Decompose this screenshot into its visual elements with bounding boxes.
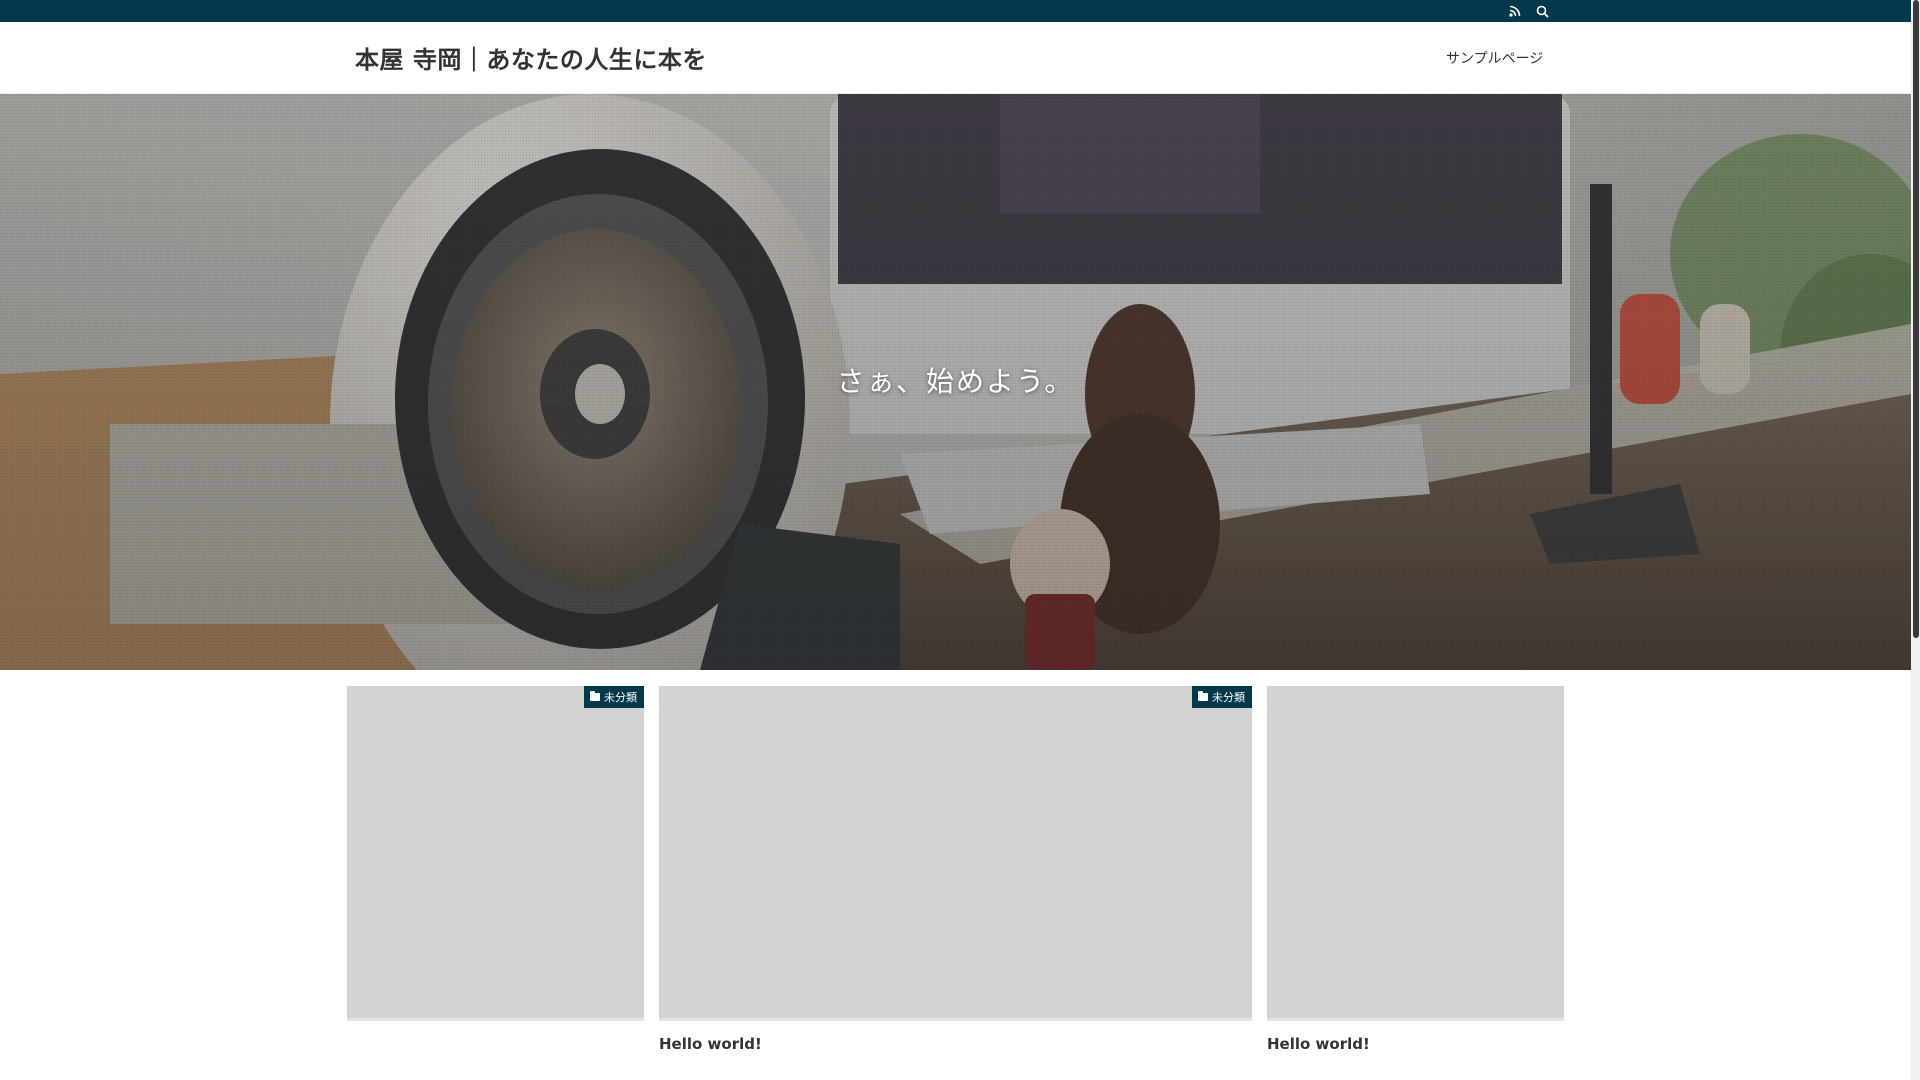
category-badge[interactable]: 未分類 [1192,686,1252,708]
post-card[interactable]: 未分類 Hello world! [659,686,1252,1053]
search-icon[interactable] [1534,3,1550,19]
post-thumbnail[interactable]: 未分類 [659,686,1252,1021]
post-title[interactable]: Hello world! [659,1035,1252,1053]
site-header: 本屋 寺岡｜あなたの人生に本を サンプルページ [0,22,1911,94]
post-card[interactable]: 未分類 [347,686,644,1035]
nav-item-sample-page[interactable]: サンプルページ [1446,48,1543,68]
site-title[interactable]: 本屋 寺岡｜あなたの人生に本を [355,40,707,75]
hero-catchcopy: さぁ、始めよう。 [836,365,1075,398]
rss-icon[interactable] [1507,3,1523,19]
post-card[interactable]: Hello world! [1267,686,1564,1053]
post-title[interactable]: Hello world! [1267,1035,1564,1053]
scrollbar-thumb[interactable] [1913,0,1919,638]
folder-icon [1198,691,1208,701]
folder-icon [590,691,600,701]
post-thumbnail[interactable] [1267,686,1564,1021]
category-badge[interactable]: 未分類 [584,686,644,708]
category-label: 未分類 [604,691,637,704]
category-label: 未分類 [1212,691,1245,704]
post-thumbnail[interactable]: 未分類 [347,686,644,1021]
top-bar [0,0,1911,22]
hero-main-visual: さぁ、始めよう。 [0,94,1911,670]
